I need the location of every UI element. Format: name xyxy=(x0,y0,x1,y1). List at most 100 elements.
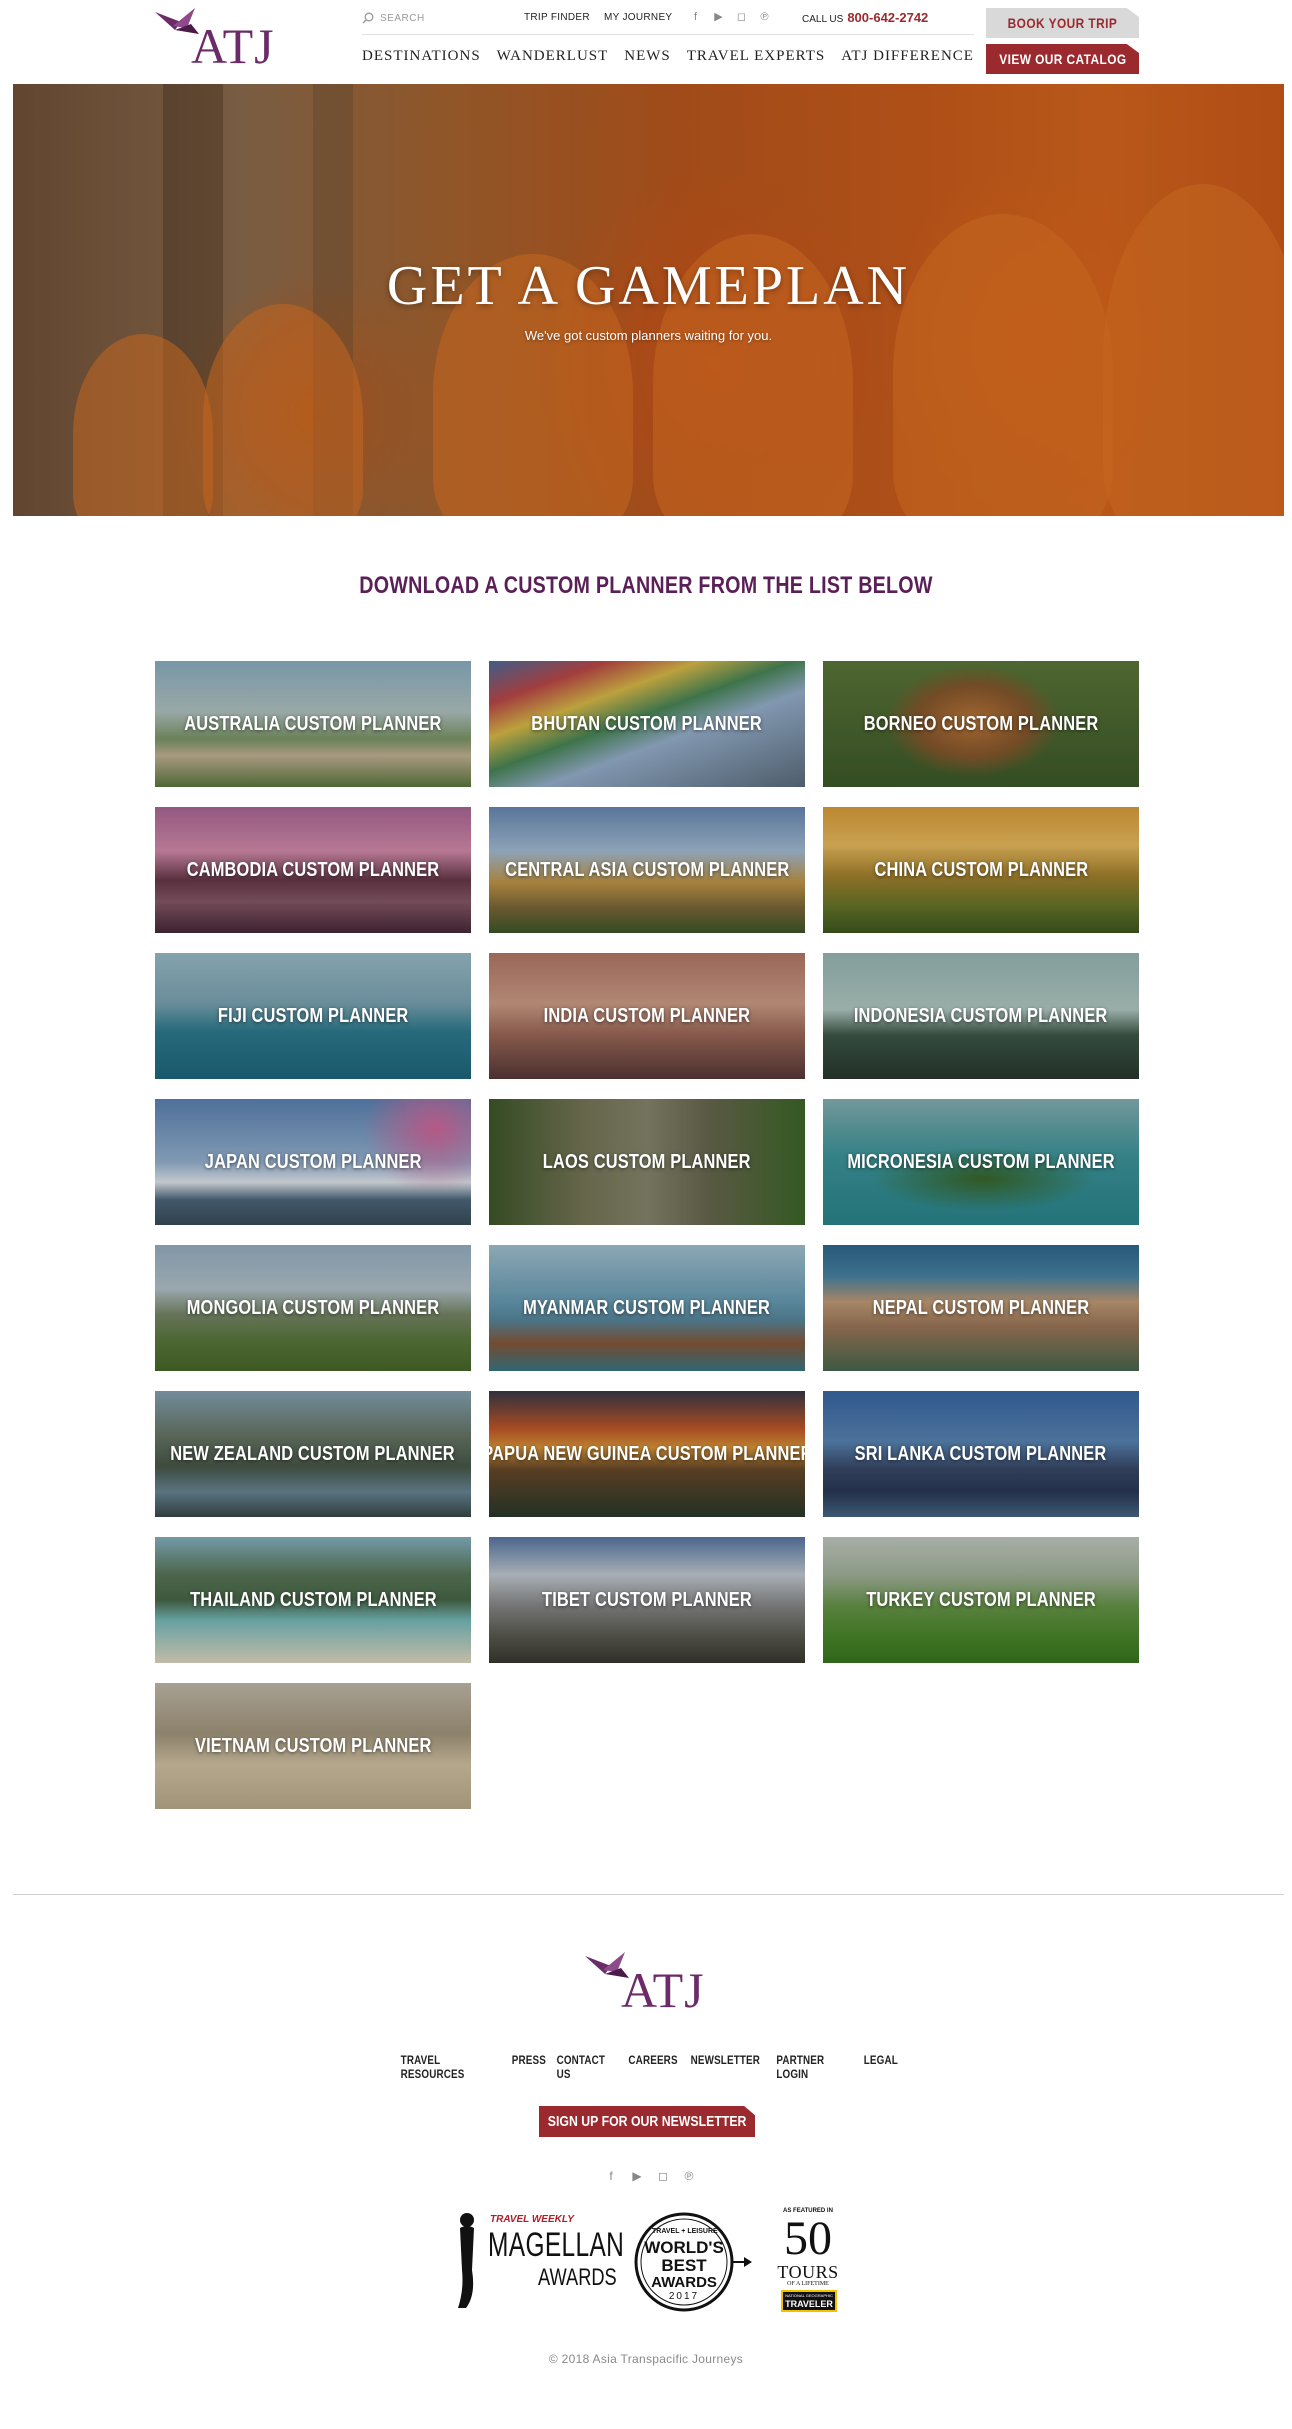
planner-card-central-asia[interactable]: CENTRAL ASIA CUSTOM PLANNER xyxy=(489,807,805,933)
natgeo-label: NATIONAL GEOGRAPHIC xyxy=(785,2293,833,2298)
planner-card-label: TURKEY CUSTOM PLANNER xyxy=(866,1588,1096,1611)
planner-card-myanmar[interactable]: MYANMAR CUSTOM PLANNER xyxy=(489,1245,805,1371)
book-your-trip-button[interactable]: BOOK YOUR TRIP xyxy=(986,8,1139,38)
footer-link-press[interactable]: PRESS xyxy=(512,2053,546,2081)
planner-card-micronesia[interactable]: MICRONESIA CUSTOM PLANNER xyxy=(823,1099,1139,1225)
newsletter-signup-button[interactable]: SIGN UP FOR OUR NEWSLETTER xyxy=(539,2106,755,2137)
traveler-label: TRAVELER xyxy=(785,2299,833,2309)
footer-divider xyxy=(13,1894,1284,1895)
planner-card-australia[interactable]: AUSTRALIA CUSTOM PLANNER xyxy=(155,661,471,787)
magellan-line1: MAGELLAN xyxy=(488,2226,625,2264)
planner-card-turkey[interactable]: TURKEY CUSTOM PLANNER xyxy=(823,1537,1139,1663)
hero-banner: GET A GAMEPLAN We've got custom planners… xyxy=(13,84,1284,516)
tours-line1: TOURS xyxy=(777,2262,839,2282)
planner-card-label: CENTRAL ASIA CUSTOM PLANNER xyxy=(504,858,790,881)
worlds-best-kicker: TRAVEL + LEISURE xyxy=(652,2228,718,2235)
planner-card-label: SRI LANKA CUSTOM PLANNER xyxy=(855,1442,1107,1465)
magellan-line2: AWARDS xyxy=(538,2264,617,2291)
fifty-tours-badge: AS FEATURED IN 50 TOURS OF A LIFETIME NA… xyxy=(776,2208,840,2312)
planner-card-mongolia[interactable]: MONGOLIA CUSTOM PLANNER xyxy=(155,1245,471,1371)
planner-card-china[interactable]: CHINA CUSTOM PLANNER xyxy=(823,807,1139,933)
nav-destinations[interactable]: DESTINATIONS xyxy=(362,48,481,65)
planner-card-laos[interactable]: LAOS CUSTOM PLANNER xyxy=(489,1099,805,1225)
tours-line2: OF A LIFETIME xyxy=(787,2281,829,2287)
book-your-trip-label: BOOK YOUR TRIP xyxy=(1007,15,1118,31)
call-us: CALL US 800-642-2742 xyxy=(802,10,928,25)
magellan-award-badge: TRAVEL WEEKLY MAGELLAN AWARDS xyxy=(452,2210,624,2310)
planner-card-label: FIJI CUSTOM PLANNER xyxy=(217,1004,409,1027)
planner-grid: AUSTRALIA CUSTOM PLANNER BHUTAN CUSTOM P… xyxy=(155,661,1139,1809)
planner-card-label: INDIA CUSTOM PLANNER xyxy=(543,1004,751,1027)
phone-number[interactable]: 800-642-2742 xyxy=(847,10,928,25)
planner-card-papua-new-guinea[interactable]: PAPUA NEW GUINEA CUSTOM PLANNER xyxy=(489,1391,805,1517)
header-social-links: f ▶ ◻ ℗ xyxy=(688,9,772,24)
worlds-best-award-badge: TRAVEL + LEISURE WORLD'S BEST AWARDS 201… xyxy=(632,2210,752,2314)
planner-card-label: CAMBODIA CUSTOM PLANNER xyxy=(186,858,440,881)
call-us-label: CALL US xyxy=(802,14,844,25)
planner-card-india[interactable]: INDIA CUSTOM PLANNER xyxy=(489,953,805,1079)
view-catalog-button[interactable]: VIEW OUR CATALOG xyxy=(986,44,1139,74)
instagram-icon[interactable]: ◻ xyxy=(734,9,749,24)
site-header: ATJ SEARCH TRIP FINDER MY JOURNEY f ▶ ◻ … xyxy=(0,0,1292,84)
tours-number: 50 xyxy=(784,2212,832,2265)
utility-divider xyxy=(362,34,974,35)
facebook-icon[interactable]: f xyxy=(603,2168,619,2184)
search-icon xyxy=(362,12,374,24)
footer-link-careers[interactable]: CAREERS xyxy=(629,2053,678,2081)
footer-logo[interactable]: ATJ xyxy=(585,1952,715,2020)
nav-wanderlust[interactable]: WANDERLUST xyxy=(497,48,609,65)
pinterest-icon[interactable]: ℗ xyxy=(681,2168,697,2184)
search-input[interactable]: SEARCH xyxy=(362,8,512,28)
planner-card-label: JAPAN CUSTOM PLANNER xyxy=(204,1150,422,1173)
nav-atj-difference[interactable]: ATJ DIFFERENCE xyxy=(841,48,974,65)
nav-travel-experts[interactable]: TRAVEL EXPERTS xyxy=(687,48,826,65)
newsletter-signup-label: SIGN UP FOR OUR NEWSLETTER xyxy=(547,2113,747,2130)
planner-card-vietnam[interactable]: VIETNAM CUSTOM PLANNER xyxy=(155,1683,471,1809)
planner-card-label: LAOS CUSTOM PLANNER xyxy=(543,1150,751,1173)
planner-card-label: INDONESIA CUSTOM PLANNER xyxy=(854,1004,1108,1027)
planner-card-cambodia[interactable]: CAMBODIA CUSTOM PLANNER xyxy=(155,807,471,933)
planner-card-sri-lanka[interactable]: SRI LANKA CUSTOM PLANNER xyxy=(823,1391,1139,1517)
utility-bar: SEARCH TRIP FINDER MY JOURNEY f ▶ ◻ ℗ CA… xyxy=(362,8,974,30)
planner-card-label: BORNEO CUSTOM PLANNER xyxy=(863,712,1099,735)
planner-card-nepal[interactable]: NEPAL CUSTOM PLANNER xyxy=(823,1245,1139,1371)
planner-card-borneo[interactable]: BORNEO CUSTOM PLANNER xyxy=(823,661,1139,787)
planner-card-label: TIBET CUSTOM PLANNER xyxy=(542,1588,752,1611)
my-journey-link[interactable]: MY JOURNEY xyxy=(604,12,672,23)
pinterest-icon[interactable]: ℗ xyxy=(757,9,772,24)
youtube-icon[interactable]: ▶ xyxy=(629,2168,645,2184)
planner-card-label: NEPAL CUSTOM PLANNER xyxy=(872,1296,1090,1319)
planner-card-label: MYANMAR CUSTOM PLANNER xyxy=(523,1296,771,1319)
nav-news[interactable]: NEWS xyxy=(624,48,671,65)
footer-link-legal[interactable]: LEGAL xyxy=(864,2053,898,2081)
planner-card-label: BHUTAN CUSTOM PLANNER xyxy=(531,712,763,735)
instagram-icon[interactable]: ◻ xyxy=(655,2168,671,2184)
planner-card-fiji[interactable]: FIJI CUSTOM PLANNER xyxy=(155,953,471,1079)
footer-link-partner-login[interactable]: PARTNER LOGIN xyxy=(776,2053,852,2081)
view-catalog-label: VIEW OUR CATALOG xyxy=(998,51,1127,67)
natgeo-traveler-badge: NATIONAL GEOGRAPHIC TRAVELER xyxy=(781,2290,837,2312)
footer-links: TRAVEL RESOURCES PRESS CONTACT US CAREER… xyxy=(390,2053,902,2081)
planner-card-label: MICRONESIA CUSTOM PLANNER xyxy=(847,1150,1115,1173)
worlds-best-year: 2017 xyxy=(668,2291,700,2302)
atj-logo[interactable]: ATJ xyxy=(155,8,285,76)
planner-card-bhutan[interactable]: BHUTAN CUSTOM PLANNER xyxy=(489,661,805,787)
planner-card-label: CHINA CUSTOM PLANNER xyxy=(874,858,1088,881)
footer-link-travel-resources[interactable]: TRAVEL RESOURCES xyxy=(401,2053,498,2081)
planner-card-thailand[interactable]: THAILAND CUSTOM PLANNER xyxy=(155,1537,471,1663)
planner-card-label: THAILAND CUSTOM PLANNER xyxy=(189,1588,437,1611)
planner-card-indonesia[interactable]: INDONESIA CUSTOM PLANNER xyxy=(823,953,1139,1079)
worlds-best-line2: BEST xyxy=(661,2256,707,2275)
hero-title: GET A GAMEPLAN xyxy=(386,255,911,317)
footer-link-newsletter[interactable]: NEWSLETTER xyxy=(691,2053,760,2081)
facebook-icon[interactable]: f xyxy=(688,9,703,24)
planner-card-label: VIETNAM CUSTOM PLANNER xyxy=(194,1734,432,1757)
planner-card-tibet[interactable]: TIBET CUSTOM PLANNER xyxy=(489,1537,805,1663)
planner-card-japan[interactable]: JAPAN CUSTOM PLANNER xyxy=(155,1099,471,1225)
copyright: © 2018 Asia Transpacific Journeys xyxy=(548,2352,744,2366)
planner-card-label: PAPUA NEW GUINEA CUSTOM PLANNER xyxy=(489,1442,805,1465)
planner-card-new-zealand[interactable]: NEW ZEALAND CUSTOM PLANNER xyxy=(155,1391,471,1517)
trip-finder-link[interactable]: TRIP FINDER xyxy=(524,12,590,23)
footer-link-contact-us[interactable]: CONTACT US xyxy=(557,2053,617,2081)
youtube-icon[interactable]: ▶ xyxy=(711,9,726,24)
